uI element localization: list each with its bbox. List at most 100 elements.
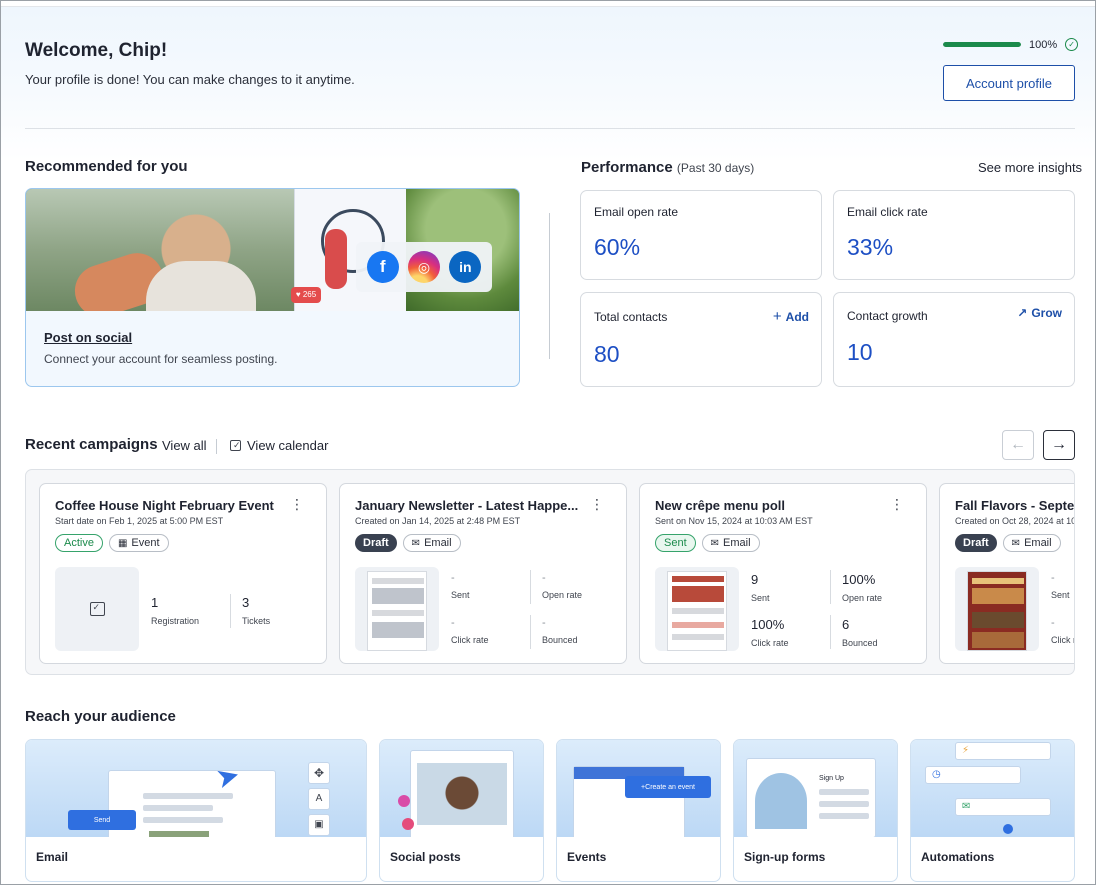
post-on-social-description: Connect your account for seamless postin…: [44, 352, 278, 366]
mock-line: [143, 805, 213, 811]
more-options-icon[interactable]: ⋮: [890, 497, 904, 511]
campaign-card[interactable]: New crêpe menu poll Sent on Nov 15, 2024…: [639, 483, 927, 664]
stat-label: Email open rate: [594, 205, 679, 219]
progress-label: 100%: [1029, 38, 1058, 51]
campaign-title[interactable]: New crêpe menu poll: [655, 498, 885, 513]
campaign-date: Sent on Nov 15, 2024 at 10:03 AM EST: [655, 516, 813, 526]
grow-button[interactable]: ↗ Grow: [1017, 306, 1062, 320]
type-badge: ✉ Email: [701, 534, 760, 552]
envelope-icon: ✉: [411, 537, 421, 549]
audience-label: Email: [36, 850, 69, 864]
metric-label: Open rate: [542, 590, 583, 600]
email-thumbnail: [355, 567, 439, 651]
carousel-next-button[interactable]: →: [1043, 430, 1075, 460]
calendar-check-icon: [89, 602, 105, 616]
email-preview: [367, 571, 427, 651]
campaign-card[interactable]: January Newsletter - Latest Happe... Cre…: [339, 483, 627, 664]
athlete-figure: [325, 229, 347, 289]
image-icon: ▣: [308, 814, 330, 836]
heart-icon: [402, 818, 414, 830]
automation-step: ✉: [955, 798, 1051, 816]
metric-value: 100%: [751, 617, 785, 632]
post-on-social-image: ♥ 265 f ◎ in: [26, 189, 519, 311]
preview-line: [672, 608, 724, 614]
campaign-card[interactable]: Fall Flavors - Septem Created on Oct 28,…: [939, 483, 1074, 664]
preview-line: [972, 578, 1024, 584]
preview-line: [672, 634, 724, 640]
view-all-link[interactable]: View all: [162, 438, 207, 453]
campaign-title[interactable]: Coffee House Night February Event: [55, 498, 285, 513]
metric-value: -: [451, 572, 455, 584]
audience-card-signup-forms[interactable]: Sign Up Sign-up forms: [733, 739, 898, 882]
campaign-card[interactable]: Coffee House Night February Event Start …: [39, 483, 327, 664]
more-options-icon[interactable]: ⋮: [590, 497, 604, 511]
email-thumbnail: [955, 567, 1039, 651]
signup-mock-title: Sign Up: [819, 775, 844, 782]
status-badge: Sent: [655, 534, 696, 552]
status-badge: Draft: [955, 534, 997, 552]
audience-label: Social posts: [390, 850, 461, 864]
metric-value: 1: [151, 595, 159, 610]
preview-line: [372, 578, 424, 584]
carousel-prev-button[interactable]: ←: [1002, 430, 1034, 460]
plus-icon: +: [772, 308, 782, 325]
post-on-social-card[interactable]: ♥ 265 f ◎ in Post on social Connect your…: [25, 188, 520, 387]
audience-card-social-posts[interactable]: Social posts: [379, 739, 544, 882]
account-profile-button[interactable]: Account profile: [943, 65, 1075, 101]
metric-value: 6: [842, 617, 850, 632]
view-calendar-label: View calendar: [247, 438, 329, 453]
mock-photo: [417, 763, 507, 825]
recent-campaigns-heading: Recent campaigns: [25, 436, 158, 453]
preview-block: [972, 612, 1024, 628]
preview-block: [372, 588, 424, 604]
vertical-divider: [549, 213, 550, 359]
more-options-icon[interactable]: ⋮: [290, 497, 304, 511]
campaign-badges: Draft ✉ Email: [955, 534, 1061, 552]
post-on-social-link[interactable]: Post on social: [44, 330, 132, 345]
envelope-icon: ✉: [1011, 537, 1021, 549]
welcome-subtitle: Your profile is done! You can make chang…: [25, 72, 355, 87]
preview-block: [372, 622, 424, 638]
metric-value: 3: [242, 595, 250, 610]
preview-block: [972, 588, 1024, 604]
metric-value: -: [1051, 572, 1055, 584]
mock-line: [143, 817, 223, 823]
preview-block: [972, 632, 1024, 648]
automations-illustration: ⚡ ◷ ✉: [911, 740, 1074, 837]
event-thumbnail: [55, 567, 139, 651]
dashboard-page: Welcome, Chip! Your profile is done! You…: [0, 0, 1096, 885]
audience-card-email[interactable]: ➤ Send ✥ A ▣ Email: [25, 739, 367, 882]
metric-divider: [530, 615, 531, 649]
type-label: Email: [424, 537, 452, 549]
metric-label: Click rate: [751, 638, 789, 648]
email-thumbnail: [655, 567, 739, 651]
facebook-icon: f: [366, 251, 399, 283]
add-contacts-button[interactable]: + Add: [773, 308, 809, 325]
view-calendar-link[interactable]: View calendar: [230, 438, 328, 453]
social-post-mock: [410, 750, 514, 837]
add-label: Add: [785, 309, 809, 324]
campaign-title[interactable]: Fall Flavors - Septem: [955, 498, 1074, 513]
campaign-title[interactable]: January Newsletter - Latest Happe...: [355, 498, 585, 513]
audience-card-events[interactable]: + Create an event Events: [556, 739, 721, 882]
metric-label: Bounced: [842, 638, 878, 648]
type-label: Email: [1024, 537, 1052, 549]
mock-line: [819, 801, 869, 807]
see-more-insights-link[interactable]: See more insights: [978, 160, 1082, 175]
performance-period: (Past 30 days): [676, 161, 755, 175]
calendar-icon: ▦: [117, 537, 128, 549]
metric-value: -: [1051, 617, 1055, 629]
grow-label: Grow: [1031, 306, 1062, 320]
stat-label: Contact growth: [847, 309, 928, 323]
metric-registration: 1 Registration: [151, 595, 199, 626]
move-icon: ✥: [308, 762, 330, 784]
send-button-mock: Send: [68, 810, 136, 830]
metric-click-rate: 100% Click rate: [751, 617, 789, 648]
metric-sent: - Sent: [451, 572, 470, 600]
create-event-label: Create an event: [645, 783, 695, 791]
progress-track: [943, 42, 1021, 47]
metric-tickets: 3 Tickets: [242, 595, 270, 626]
audience-card-automations[interactable]: ⚡ ◷ ✉ Automations: [910, 739, 1075, 882]
metric-label: Sent: [751, 593, 770, 603]
metric-divider: [530, 570, 531, 604]
